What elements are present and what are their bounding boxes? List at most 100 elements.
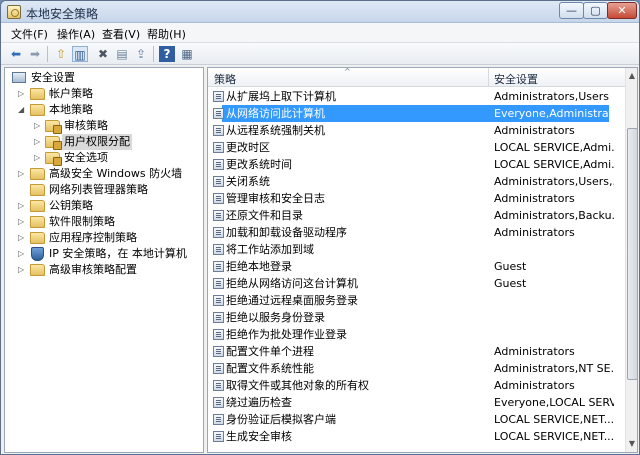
policy-list[interactable]: 策略 ^ 安全设置 从扩展坞上取下计算机 Administrators,Users…	[207, 67, 638, 453]
policy-setting: LOCAL SERVICE,NET...	[494, 413, 614, 426]
policy-setting: Administrators	[494, 192, 575, 205]
folder-icon	[30, 232, 45, 244]
table-row[interactable]: 生成安全审核 LOCAL SERVICE,NET...	[208, 428, 625, 445]
help-topics-icon[interactable]: ▦	[179, 46, 195, 62]
table-row[interactable]: 从扩展坞上取下计算机 Administrators,Users	[208, 88, 625, 105]
table-row[interactable]: 拒绝以服务身份登录	[208, 309, 625, 326]
table-row[interactable]: 还原文件和目录 Administrators,Backu...	[208, 207, 625, 224]
policy-icon	[213, 227, 224, 238]
policy-icon	[213, 91, 224, 102]
policy-name: 绕过遍历检查	[226, 396, 292, 409]
scroll-thumb[interactable]	[627, 128, 637, 380]
scroll-up-arrow-icon[interactable]: ▲	[626, 68, 637, 84]
policy-icon	[213, 414, 224, 425]
scroll-down-arrow-icon[interactable]: ▼	[626, 436, 637, 452]
tree-item-audit-policy[interactable]: ▷ 审核策略	[8, 118, 198, 134]
expand-arrow-icon[interactable]: ▷	[18, 246, 28, 262]
tree-item-advanced-audit[interactable]: ▷ 高级审核策略配置	[8, 262, 198, 278]
expand-arrow-icon[interactable]: ▷	[34, 150, 44, 166]
table-row[interactable]: 将工作站添加到域	[208, 241, 625, 258]
policy-icon	[213, 431, 224, 442]
menu-file[interactable]: 文件(F)	[11, 26, 48, 42]
expand-arrow-icon[interactable]: ▷	[18, 262, 28, 278]
tree-item-public-key-policies[interactable]: ▷ 公钥策略	[8, 198, 198, 214]
policy-icon	[213, 244, 224, 255]
window-title: 本地安全策略	[26, 7, 99, 21]
menu-action[interactable]: 操作(A)	[57, 26, 95, 42]
tree-item-user-rights-assignment[interactable]: ▷ 用户权限分配	[8, 134, 198, 150]
tree-item-account-policies[interactable]: ▷ 帐户策略	[8, 86, 198, 102]
table-row[interactable]: 配置文件单个进程 Administrators	[208, 343, 625, 360]
column-security-setting[interactable]: 安全设置	[494, 71, 538, 87]
back-arrow-icon[interactable]: ⬅	[8, 46, 24, 62]
table-row[interactable]: 更改时区 LOCAL SERVICE,Admi...	[208, 139, 625, 156]
expand-arrow-icon[interactable]: ▷	[18, 86, 28, 102]
policy-icon	[213, 176, 224, 187]
policy-icon	[213, 159, 224, 170]
table-row[interactable]: 配置文件系统性能 Administrators,NT SE...	[208, 360, 625, 377]
tree-item-application-control[interactable]: ▷ 应用程序控制策略	[8, 230, 198, 246]
help-icon[interactable]: ?	[159, 46, 175, 62]
table-row[interactable]: 更改系统时间 LOCAL SERVICE,Admi...	[208, 156, 625, 173]
show-hide-tree-icon[interactable]: ▥	[72, 46, 88, 62]
policy-icon	[213, 346, 224, 357]
policy-name: 还原文件和目录	[226, 209, 303, 222]
console-tree[interactable]: 安全设置 ▷ 帐户策略 ◢ 本地策略 ▷ 审核策略 ▷ 用户权限分配 ▷ 安全选…	[4, 67, 204, 453]
expand-arrow-icon[interactable]: ▷	[34, 118, 44, 134]
expand-arrow-icon[interactable]: ▷	[18, 230, 28, 246]
table-row[interactable]: 拒绝通过远程桌面服务登录	[208, 292, 625, 309]
tree-item-security-settings[interactable]: 安全设置	[8, 70, 198, 86]
expand-arrow-icon[interactable]: ▷	[18, 214, 28, 230]
delete-icon[interactable]: ✖	[95, 46, 111, 62]
table-row[interactable]: 拒绝从网络访问这台计算机 Guest	[208, 275, 625, 292]
up-folder-icon[interactable]: ⇧	[53, 46, 69, 62]
title-bar[interactable]: 本地安全策略 — ▢ ✕	[1, 1, 639, 23]
table-row[interactable]: 从网络访问此计算机 Everyone,Administrat...	[208, 105, 625, 122]
table-row[interactable]: 绕过遍历检查 Everyone,LOCAL SERV...	[208, 394, 625, 411]
policy-icon	[213, 108, 224, 119]
table-row[interactable]: 取得文件或其他对象的所有权 Administrators	[208, 377, 625, 394]
maximize-button[interactable]: ▢	[583, 2, 608, 19]
minimize-button[interactable]: —	[559, 2, 584, 19]
table-row[interactable]: 拒绝作为批处理作业登录	[208, 326, 625, 343]
policy-setting: LOCAL SERVICE,NET...	[494, 430, 614, 443]
menu-help[interactable]: 帮助(H)	[147, 26, 186, 42]
main-window: 本地安全策略 — ▢ ✕ 文件(F) 操作(A) 查看(V) 帮助(H) ⬅ ➡…	[0, 0, 640, 455]
vertical-scrollbar[interactable]: ▲ ▼	[625, 68, 637, 452]
policy-icon	[213, 329, 224, 340]
export-list-icon[interactable]: ⇪	[133, 46, 149, 62]
policy-name: 更改系统时间	[226, 158, 292, 171]
close-button[interactable]: ✕	[607, 2, 637, 19]
tree-item-ip-security[interactable]: ▷ IP 安全策略，在 本地计算机	[8, 246, 203, 262]
table-row[interactable]: 关闭系统 Administrators,Users,...	[208, 173, 625, 190]
properties-icon[interactable]: ▤	[114, 46, 130, 62]
table-row[interactable]: 从远程系统强制关机 Administrators	[208, 122, 625, 139]
tree-item-security-options[interactable]: ▷ 安全选项	[8, 150, 198, 166]
table-row[interactable]: 加载和卸载设备驱动程序 Administrators	[208, 224, 625, 241]
expand-arrow-icon[interactable]: ▷	[34, 134, 44, 150]
forward-arrow-icon[interactable]: ➡	[27, 46, 43, 62]
collapse-arrow-icon[interactable]: ◢	[18, 102, 28, 118]
menu-view[interactable]: 查看(V)	[102, 26, 140, 42]
policy-name: 拒绝本地登录	[226, 260, 292, 273]
folder-lock-icon	[45, 136, 62, 150]
policy-icon	[213, 380, 224, 391]
expand-arrow-icon[interactable]: ▷	[18, 166, 28, 182]
security-policy-app-icon	[7, 5, 21, 19]
table-row[interactable]: 身份验证后模拟客户端 LOCAL SERVICE,NET...	[208, 411, 625, 428]
expand-arrow-icon[interactable]: ▷	[18, 198, 28, 214]
tree-item-software-restriction[interactable]: ▷ 软件限制策略	[8, 214, 198, 230]
tree-item-local-policies[interactable]: ◢ 本地策略	[8, 102, 198, 118]
column-header: 策略 ^ 安全设置	[208, 68, 625, 87]
column-divider[interactable]	[488, 68, 489, 87]
policy-setting: Administrators	[494, 379, 575, 392]
tree-item-network-list-manager[interactable]: 网络列表管理器策略	[8, 182, 198, 198]
column-policy[interactable]: 策略	[214, 71, 236, 87]
policy-icon	[213, 261, 224, 272]
table-row[interactable]: 拒绝本地登录 Guest	[208, 258, 625, 275]
policy-setting: Administrators,Users	[494, 90, 610, 103]
tree-item-windows-firewall[interactable]: ▷ 高级安全 Windows 防火墙	[8, 166, 203, 182]
policy-name: 从网络访问此计算机	[226, 107, 325, 120]
table-row[interactable]: 管理审核和安全日志 Administrators	[208, 190, 625, 207]
folder-icon	[30, 264, 45, 276]
